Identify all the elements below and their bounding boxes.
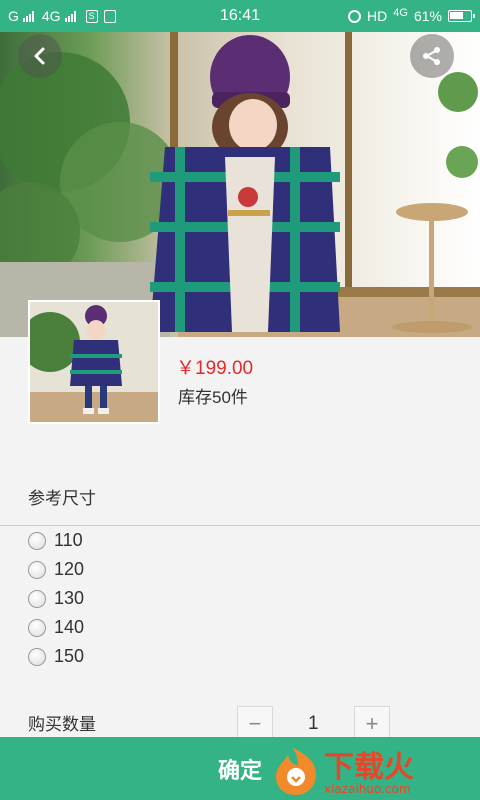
size-divider [0, 525, 480, 526]
quantity-value[interactable]: 1 [308, 713, 319, 735]
product-thumbnail [28, 300, 160, 424]
share-icon [423, 47, 440, 65]
battery-icon [448, 10, 475, 22]
battery-percent: 61% [413, 8, 442, 24]
product-stock: 库存50件 [178, 388, 248, 407]
sku-panel: ￥199.00 库存50件 参考尺寸 110 120 130 140 150 购… [0, 300, 480, 742]
svg-text:下载火: 下载火 [324, 750, 414, 785]
radio-icon[interactable] [28, 589, 46, 608]
size-option-150[interactable]: 150 [28, 646, 84, 667]
size-section-title: 参考尺寸 [28, 489, 96, 508]
status-bar: G 4G S 16:41 HD 4G 61% [0, 0, 480, 32]
size-option-label: 120 [54, 559, 85, 579]
size-option-140[interactable]: 140 [28, 617, 84, 638]
hero-illustration [0, 32, 480, 337]
size-option-110[interactable]: 110 [28, 530, 83, 551]
status-right: HD 4G 61% [348, 7, 475, 24]
thumbnail-illustration [30, 302, 158, 422]
bottom-bar: 确定 下载火 xiazaihuo.com [0, 737, 480, 800]
share-button[interactable] [410, 34, 454, 78]
size-option-label: 140 [54, 617, 85, 637]
hd-label: HD [367, 8, 388, 24]
svg-text:xiazaihuo.com: xiazaihuo.com [324, 782, 411, 796]
chevron-left-icon [34, 47, 45, 65]
size-option-120[interactable]: 120 [28, 559, 84, 580]
size-option-label: 130 [54, 588, 85, 608]
quantity-section-title: 购买数量 [28, 715, 96, 734]
radio-icon[interactable] [28, 647, 46, 666]
watermark-logo: 下载火 xiazaihuo.com [276, 741, 472, 797]
network-right: 4G [393, 7, 408, 19]
radio-icon[interactable] [28, 618, 46, 637]
flame-logo-icon: 下载火 xiazaihuo.com [276, 747, 414, 796]
size-option-label: 110 [54, 530, 83, 550]
product-price: ￥199.00 [176, 358, 254, 379]
radio-icon[interactable] [28, 560, 46, 579]
size-option-130[interactable]: 130 [28, 588, 84, 609]
product-hero-image [0, 32, 480, 337]
size-option-label: 150 [54, 646, 85, 666]
radio-icon[interactable] [28, 531, 46, 550]
alarm-icon [348, 9, 362, 23]
back-button[interactable] [18, 34, 62, 78]
